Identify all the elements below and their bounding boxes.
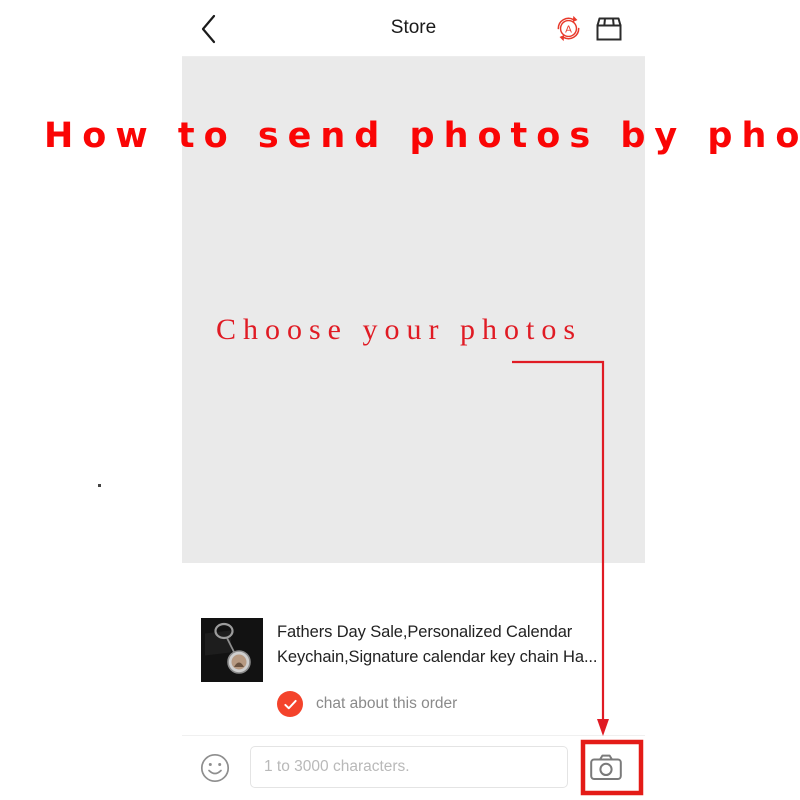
check-icon xyxy=(283,699,297,709)
keychain-product-photo xyxy=(201,618,263,682)
auto-translate-icon: A xyxy=(557,15,580,42)
product-title: Fathers Day Sale,Personalized Calendar K… xyxy=(277,623,598,666)
camera-icon xyxy=(590,754,622,780)
phone-screen: Store A Fathers Day Sale,Personalized Ca… xyxy=(182,0,645,800)
chat-about-order-label: chat about this order xyxy=(316,695,458,712)
product-thumbnail[interactable] xyxy=(201,618,263,682)
emoji-button[interactable] xyxy=(198,751,232,785)
svg-text:A: A xyxy=(565,25,572,36)
smiley-face-icon xyxy=(200,753,230,783)
storefront-icon xyxy=(596,17,622,41)
message-input[interactable] xyxy=(250,746,568,788)
photo-picker-area[interactable] xyxy=(182,57,645,563)
check-circle-icon xyxy=(277,691,303,717)
camera-button[interactable] xyxy=(588,749,624,785)
store-button[interactable] xyxy=(593,13,625,45)
product-card[interactable]: Fathers Day Sale,Personalized Calendar K… xyxy=(182,563,645,735)
app-header: Store A xyxy=(182,0,645,57)
auto-translate-button[interactable]: A xyxy=(552,12,585,45)
stray-dot xyxy=(98,484,101,487)
message-input-bar xyxy=(182,735,645,800)
chat-about-order-row[interactable]: chat about this order xyxy=(277,691,457,717)
